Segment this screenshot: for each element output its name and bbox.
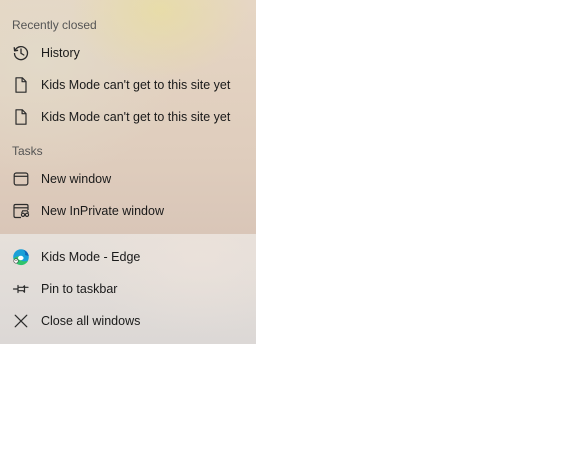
- recent-page-label: Kids Mode can't get to this site yet: [41, 110, 231, 124]
- new-window-label: New window: [41, 172, 112, 186]
- history-label: History: [41, 46, 80, 60]
- pin-to-taskbar-label: Pin to taskbar: [41, 282, 118, 296]
- kids-mode-edge-item[interactable]: Kids Mode - Edge: [0, 241, 256, 273]
- history-icon: [12, 44, 30, 62]
- page-icon: [12, 76, 30, 94]
- recent-page-item[interactable]: Kids Mode can't get to this site yet: [0, 101, 256, 133]
- close-all-windows-item[interactable]: Close all windows: [0, 305, 256, 337]
- close-icon: [12, 312, 30, 330]
- new-window-item[interactable]: New window: [0, 163, 256, 195]
- kids-mode-edge-label: Kids Mode - Edge: [41, 250, 141, 264]
- new-inprivate-window-label: New InPrivate window: [41, 204, 164, 218]
- tasks-heading: Tasks: [12, 144, 43, 158]
- history-item[interactable]: History: [0, 37, 256, 69]
- page-icon: [12, 108, 30, 126]
- recent-page-label: Kids Mode can't get to this site yet: [41, 78, 231, 92]
- jump-list: Recently closed History Kids Mode can't …: [0, 0, 256, 344]
- inprivate-icon: [12, 202, 30, 220]
- edge-kids-icon: [12, 248, 30, 266]
- pin-icon: [12, 280, 30, 298]
- app-section: Kids Mode - Edge Pin to taskbar Close al…: [0, 234, 256, 344]
- pin-to-taskbar-item[interactable]: Pin to taskbar: [0, 273, 256, 305]
- new-inprivate-window-item[interactable]: New InPrivate window: [0, 195, 256, 227]
- recent-page-item[interactable]: Kids Mode can't get to this site yet: [0, 69, 256, 101]
- recently-closed-heading: Recently closed: [12, 18, 97, 32]
- window-icon: [12, 170, 30, 188]
- close-all-windows-label: Close all windows: [41, 314, 141, 328]
